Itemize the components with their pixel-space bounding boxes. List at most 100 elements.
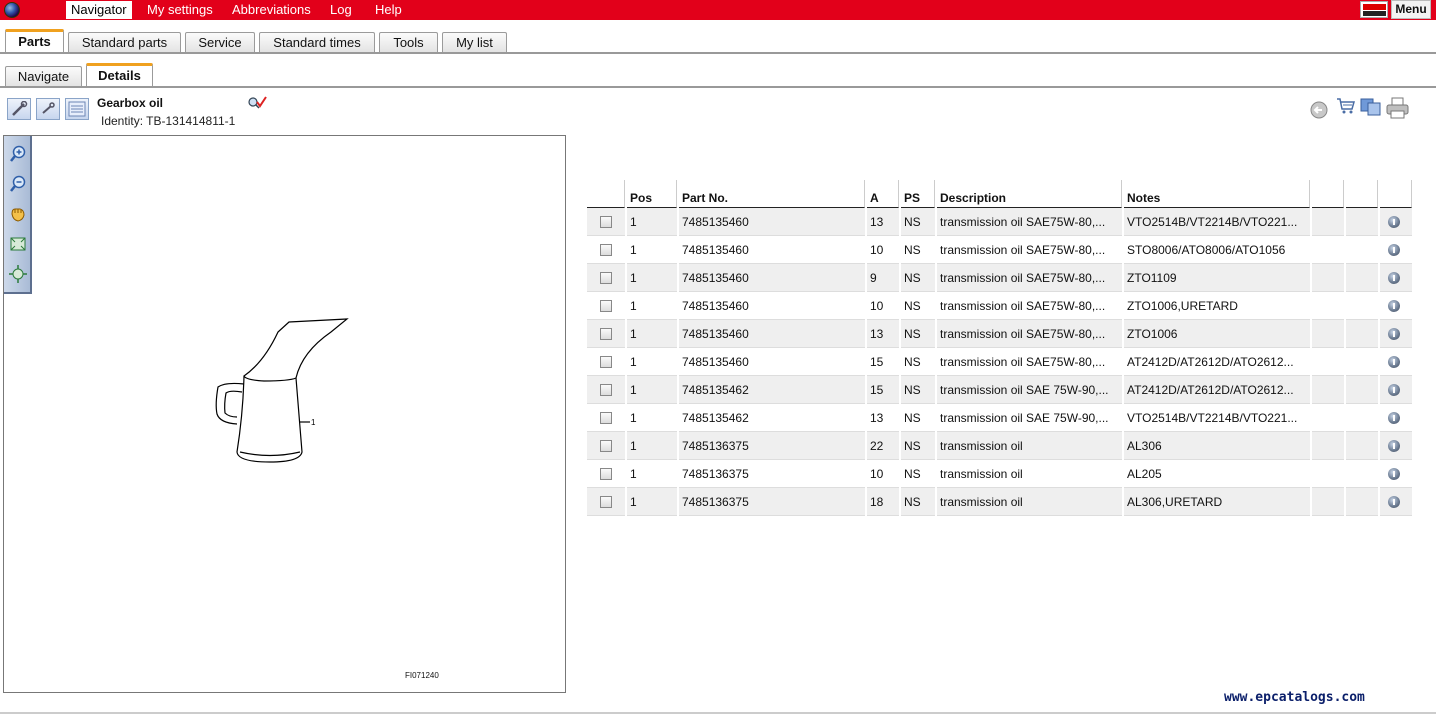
- cell-notes: ZTO1006: [1124, 320, 1310, 348]
- table-row[interactable]: 1 7485135462 13 NS transmission oil SAE 75W-…: [587, 404, 1412, 432]
- info-icon[interactable]: [1388, 412, 1400, 425]
- printer-icon[interactable]: [1386, 97, 1410, 122]
- tab-tools[interactable]: Tools: [379, 32, 438, 54]
- cell-part-no: 7485136375: [679, 432, 865, 460]
- fit-page-icon[interactable]: [8, 234, 28, 254]
- cell-part-no: 7485136375: [679, 460, 865, 488]
- cell-notes: AT2412D/AT2612D/ATO2612...: [1124, 376, 1310, 404]
- tab-navigate[interactable]: Navigate: [5, 66, 82, 88]
- cell-ps: NS: [901, 404, 935, 432]
- header-part-no[interactable]: Part No.: [679, 180, 865, 208]
- info-icon[interactable]: [1388, 300, 1400, 313]
- row-checkbox[interactable]: [600, 216, 612, 229]
- tab-standard-parts[interactable]: Standard parts: [68, 32, 181, 54]
- cell-description: transmission oil: [937, 432, 1122, 460]
- tab-details[interactable]: Details: [86, 63, 153, 88]
- table-row[interactable]: 1 7485135460 10 NS transmission oil SAE75W-8…: [587, 292, 1412, 320]
- row-checkbox[interactable]: [600, 440, 612, 453]
- drawing-panel[interactable]: 1 FI071240: [3, 135, 566, 693]
- wrench-tool-icon[interactable]: [7, 98, 31, 120]
- fit-selection-icon[interactable]: [8, 264, 28, 284]
- table-row[interactable]: 1 7485136375 22 NS transmission oil AL306: [587, 432, 1412, 460]
- menu-log[interactable]: Log: [325, 1, 357, 19]
- cell-description: transmission oil SAE 75W-90,...: [937, 376, 1122, 404]
- cell-notes: STO8006/ATO8006/ATO1056: [1124, 236, 1310, 264]
- info-icon[interactable]: [1388, 356, 1400, 369]
- table-row[interactable]: 1 7485135460 13 NS transmission oil SAE75W-8…: [587, 208, 1412, 236]
- cell-notes: AL205: [1124, 460, 1310, 488]
- row-checkbox[interactable]: [600, 300, 612, 313]
- tab-standard-times[interactable]: Standard times: [259, 32, 375, 54]
- pan-hand-icon[interactable]: [8, 204, 28, 224]
- table-row[interactable]: 1 7485135460 9 NS transmission oil SAE75W-80…: [587, 264, 1412, 292]
- zoom-out-icon[interactable]: [8, 174, 28, 194]
- info-icon[interactable]: [1388, 384, 1400, 397]
- table-row[interactable]: 1 7485135460 10 NS transmission oil SAE75W-8…: [587, 236, 1412, 264]
- header-description[interactable]: Description: [937, 180, 1122, 208]
- header-extra-2: [1346, 180, 1378, 208]
- row-checkbox[interactable]: [600, 384, 612, 397]
- row-checkbox[interactable]: [600, 468, 612, 481]
- cell-a: 15: [867, 376, 899, 404]
- table-row[interactable]: 1 7485135460 15 NS transmission oil SAE75W-8…: [587, 348, 1412, 376]
- table-row[interactable]: 1 7485135462 15 NS transmission oil SAE 75W-…: [587, 376, 1412, 404]
- callout-label[interactable]: 1: [311, 418, 316, 427]
- cell-extra-2: [1346, 348, 1378, 376]
- cell-extra-1: [1312, 320, 1344, 348]
- cell-description: transmission oil SAE75W-80,...: [937, 348, 1122, 376]
- info-icon[interactable]: [1388, 272, 1400, 285]
- zoom-in-icon[interactable]: [8, 144, 28, 164]
- search-check-icon[interactable]: [247, 96, 267, 113]
- header-notes[interactable]: Notes: [1124, 180, 1310, 208]
- info-icon[interactable]: [1388, 328, 1400, 341]
- header-a[interactable]: A: [867, 180, 899, 208]
- info-icon[interactable]: [1388, 244, 1400, 257]
- table-row[interactable]: 1 7485135460 13 NS transmission oil SAE75W-8…: [587, 320, 1412, 348]
- header-extra-1: [1312, 180, 1344, 208]
- table-row[interactable]: 1 7485136375 10 NS transmission oil AL205: [587, 460, 1412, 488]
- app-globe-logo-icon[interactable]: [4, 2, 20, 18]
- cell-pos: 1: [627, 404, 677, 432]
- cell-extra-1: [1312, 404, 1344, 432]
- cell-ps: NS: [901, 264, 935, 292]
- table-row[interactable]: 1 7485136375 18 NS transmission oil AL306,URE…: [587, 488, 1412, 516]
- row-checkbox[interactable]: [600, 328, 612, 341]
- cell-part-no: 7485135462: [679, 404, 865, 432]
- menu-my-settings[interactable]: My settings: [142, 1, 218, 19]
- cell-ps: NS: [901, 320, 935, 348]
- shopping-cart-icon[interactable]: [1336, 97, 1356, 118]
- tab-parts[interactable]: Parts: [5, 29, 64, 54]
- row-checkbox[interactable]: [600, 412, 612, 425]
- cell-extra-2: [1346, 376, 1378, 404]
- menu-navigator[interactable]: Navigator: [66, 1, 132, 19]
- menu-abbreviations[interactable]: Abbreviations: [227, 1, 316, 19]
- cell-part-no: 7485135460: [679, 348, 865, 376]
- subtab-divider: [0, 86, 1436, 88]
- info-icon[interactable]: [1388, 440, 1400, 453]
- info-icon[interactable]: [1388, 496, 1400, 509]
- document-list-icon[interactable]: [65, 98, 89, 120]
- row-checkbox[interactable]: [600, 496, 612, 509]
- tab-my-list[interactable]: My list: [442, 32, 507, 54]
- cell-ps: NS: [901, 488, 935, 516]
- cell-ps: NS: [901, 236, 935, 264]
- cell-info: [1380, 376, 1412, 404]
- tab-service[interactable]: Service: [185, 32, 255, 54]
- row-checkbox[interactable]: [600, 244, 612, 257]
- wrench-small-icon[interactable]: [36, 98, 60, 120]
- copy-pages-icon[interactable]: [1360, 98, 1382, 119]
- info-icon[interactable]: [1388, 468, 1400, 481]
- row-checkbox[interactable]: [600, 272, 612, 285]
- cell-notes: ZTO1109: [1124, 264, 1310, 292]
- menu-button[interactable]: Menu: [1391, 0, 1431, 19]
- renault-trucks-logo: [1360, 1, 1388, 18]
- cell-extra-1: [1312, 264, 1344, 292]
- cell-extra-2: [1346, 264, 1378, 292]
- info-icon[interactable]: [1388, 216, 1400, 229]
- menu-help[interactable]: Help: [370, 1, 407, 19]
- header-pos[interactable]: Pos: [627, 180, 677, 208]
- row-checkbox[interactable]: [600, 356, 612, 369]
- header-ps[interactable]: PS: [901, 180, 935, 208]
- cell-a: 13: [867, 404, 899, 432]
- back-arrow-icon[interactable]: [1310, 101, 1328, 122]
